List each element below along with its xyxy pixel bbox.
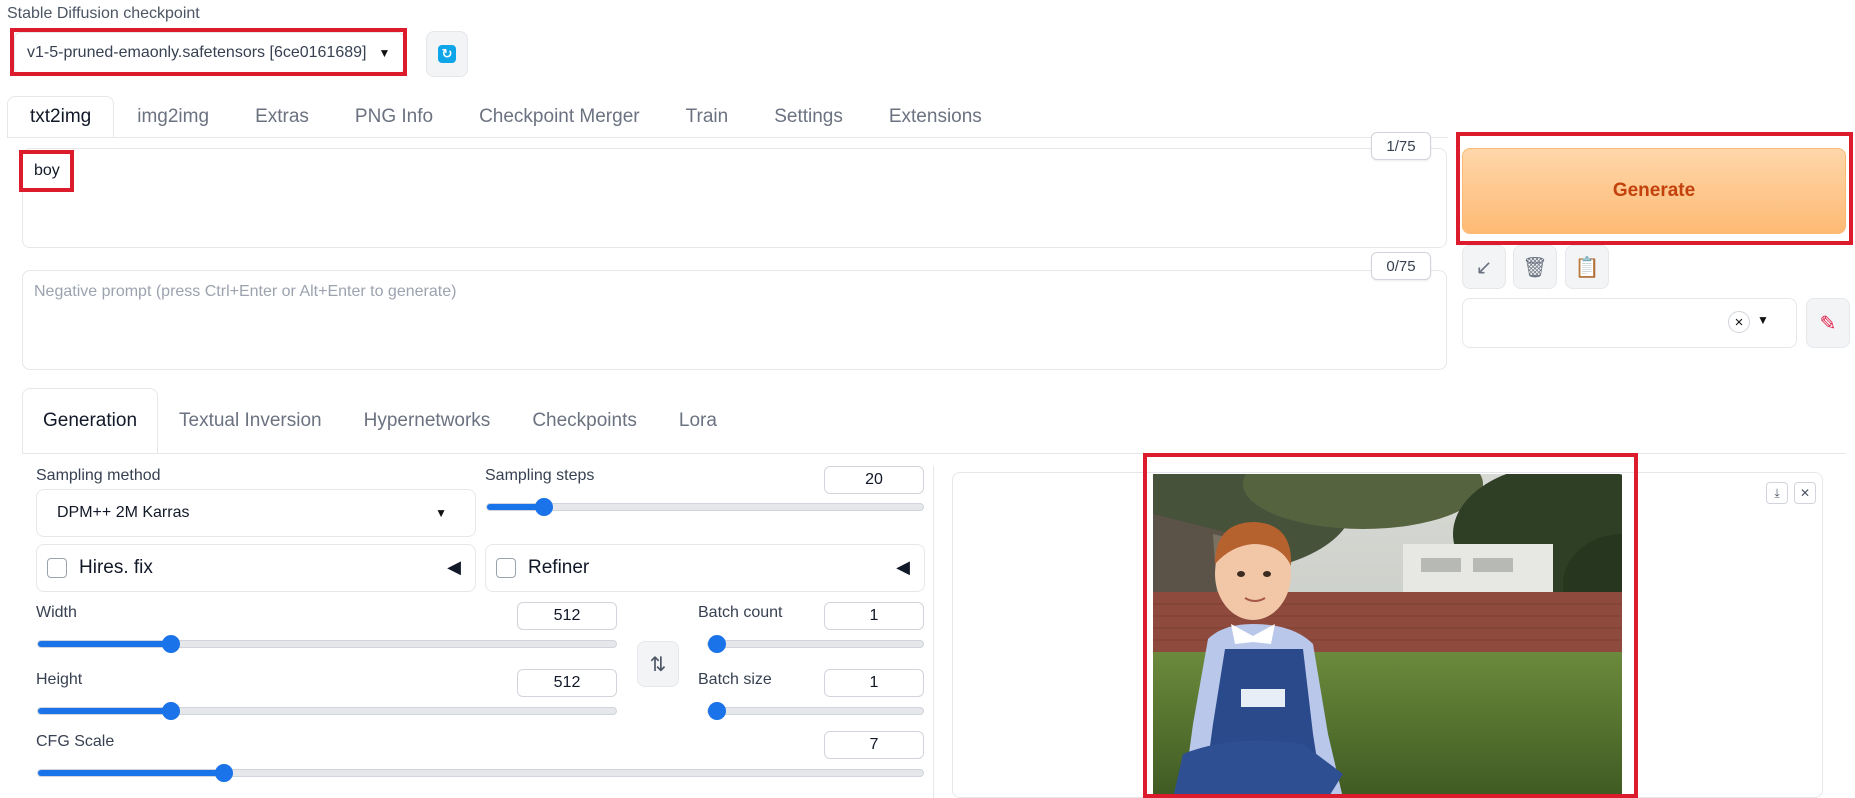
height-input[interactable]: 512	[517, 669, 617, 697]
checkpoint-value: v1-5-pruned-emaonly.safetensors [6ce0161…	[27, 44, 367, 61]
tab-textual-inversion[interactable]: Textual Inversion	[158, 388, 343, 454]
width-input[interactable]: 512	[517, 602, 617, 630]
close-icon[interactable]: ✕	[1794, 482, 1816, 504]
tab-lora[interactable]: Lora	[658, 388, 738, 454]
hires-fix-accordion[interactable]: Hires. fix ◀	[36, 544, 476, 592]
generate-button[interactable]: Generate	[1462, 148, 1846, 234]
cfg-scale-input[interactable]: 7	[824, 731, 924, 759]
slider-fill	[38, 770, 224, 776]
tab-txt2img[interactable]: txt2img	[7, 96, 115, 138]
prompt-token-counter: 1/75	[1371, 132, 1431, 160]
panel-divider	[933, 466, 934, 798]
pencil-icon: ✎	[1819, 312, 1837, 335]
checkpoint-select[interactable]: v1-5-pruned-emaonly.safetensors [6ce0161…	[14, 32, 404, 74]
negative-prompt-token-counter: 0/75	[1371, 252, 1431, 280]
main-tabs: txt2img img2img Extras PNG Info Checkpoi…	[7, 96, 1005, 138]
sampling-method-value: DPM++ 2M Karras	[57, 504, 190, 521]
generated-image[interactable]	[1153, 474, 1622, 798]
download-icon[interactable]: ⤓	[1766, 482, 1788, 504]
tab-train[interactable]: Train	[663, 96, 752, 138]
tab-generation[interactable]: Generation	[22, 388, 159, 454]
close-icon[interactable]: ×	[1728, 311, 1750, 333]
height-slider[interactable]	[37, 702, 617, 720]
batch-count-label: Batch count	[698, 604, 783, 621]
width-slider[interactable]	[37, 635, 617, 653]
collapse-triangle-icon[interactable]: ◀	[447, 557, 461, 578]
slider-thumb[interactable]	[161, 702, 180, 720]
edit-styles-button[interactable]: ✎	[1806, 298, 1850, 348]
apply-styles-button[interactable]: 📋	[1565, 245, 1609, 289]
refiner-label: Refiner	[528, 557, 590, 578]
slider-fill	[38, 708, 171, 714]
height-label: Height	[36, 671, 83, 688]
tab-extensions[interactable]: Extensions	[866, 96, 1005, 138]
slider-thumb[interactable]	[214, 764, 233, 782]
slider-thumb[interactable]	[534, 498, 553, 516]
hires-fix-label: Hires. fix	[79, 557, 153, 578]
tab-divider	[7, 137, 1448, 138]
refiner-accordion[interactable]: Refiner ◀	[485, 544, 925, 592]
tab-checkpoint-merger[interactable]: Checkpoint Merger	[456, 96, 663, 138]
clear-prompt-button[interactable]: 🗑	[1513, 245, 1557, 289]
prompt-input[interactable]	[22, 148, 1447, 248]
refresh-checkpoint-button[interactable]: ↻	[426, 31, 468, 77]
width-label: Width	[36, 604, 77, 621]
tab-settings[interactable]: Settings	[751, 96, 866, 138]
subtab-divider	[22, 453, 1846, 454]
chevron-down-icon: ▼	[435, 506, 447, 520]
slider-thumb[interactable]	[708, 702, 726, 720]
tab-png-info[interactable]: PNG Info	[332, 96, 456, 138]
arrow-icon: ↙	[1475, 256, 1493, 279]
generation-tabs: Generation Textual Inversion Hypernetwor…	[22, 388, 738, 454]
refresh-icon: ↻	[438, 45, 456, 63]
read-params-button[interactable]: ↙	[1462, 245, 1506, 289]
trash-icon: 🗑	[1522, 256, 1548, 279]
sampling-method-label: Sampling method	[36, 467, 161, 484]
prompt-text: boy	[34, 162, 60, 179]
cfg-scale-slider[interactable]	[37, 764, 924, 782]
slider-fill	[38, 641, 171, 647]
batch-size-slider[interactable]	[707, 702, 924, 720]
cfg-scale-label: CFG Scale	[36, 733, 115, 750]
chevron-down-icon: ▼	[378, 46, 391, 60]
sampling-steps-slider[interactable]	[486, 498, 924, 516]
clipboard-icon: 📋	[1574, 256, 1600, 279]
batch-count-slider[interactable]	[707, 635, 924, 653]
slider-thumb[interactable]	[161, 635, 180, 653]
negative-prompt-placeholder: Negative prompt (press Ctrl+Enter or Alt…	[34, 283, 457, 300]
batch-size-input[interactable]: 1	[824, 669, 924, 697]
checkpoint-label: Stable Diffusion checkpoint	[7, 5, 200, 22]
tab-checkpoints[interactable]: Checkpoints	[511, 388, 658, 454]
slider-thumb[interactable]	[708, 635, 726, 653]
sampling-method-select[interactable]: DPM++ 2M Karras ▼	[36, 489, 476, 537]
refiner-checkbox[interactable]	[496, 558, 516, 578]
batch-count-input[interactable]: 1	[824, 602, 924, 630]
sampling-steps-input[interactable]: 20	[824, 466, 924, 494]
tab-extras[interactable]: Extras	[232, 96, 332, 138]
chevron-down-icon[interactable]: ▼	[1757, 313, 1769, 327]
collapse-triangle-icon[interactable]: ◀	[896, 557, 910, 578]
swap-arrows-icon: ⇅	[649, 653, 667, 676]
swap-dimensions-button[interactable]: ⇅	[637, 641, 679, 687]
sampling-steps-label: Sampling steps	[485, 467, 595, 484]
tab-hypernetworks[interactable]: Hypernetworks	[343, 388, 512, 454]
batch-size-label: Batch size	[698, 671, 772, 688]
hires-fix-checkbox[interactable]	[47, 558, 67, 578]
tab-img2img[interactable]: img2img	[114, 96, 232, 138]
